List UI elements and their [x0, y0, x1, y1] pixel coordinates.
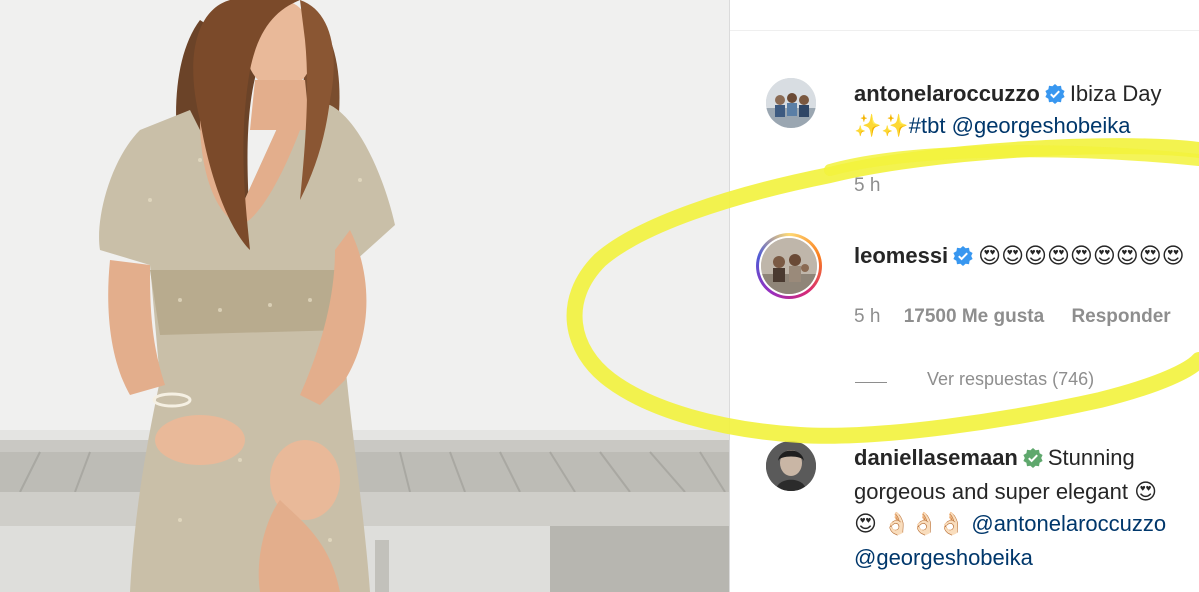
verified-badge-icon: [1045, 84, 1065, 104]
leomessi-comment-meta: 5 h 17500 Me gusta Responder: [854, 306, 1171, 328]
caption-mention[interactable]: @georgeshobeika: [952, 113, 1131, 138]
post-photo-illustration: [0, 0, 729, 592]
caption-timestamp[interactable]: 5 h: [854, 175, 880, 197]
leomessi-comment-time[interactable]: 5 h: [854, 306, 880, 327]
leomessi-likes-count[interactable]: 17500 Me gusta: [904, 306, 1044, 327]
mention-georgeshobeika[interactable]: @georgeshobeika: [854, 545, 1033, 570]
leomessi-username[interactable]: leomessi: [854, 243, 948, 268]
panel-top-border: [730, 30, 1199, 31]
daniellasemaan-comment-line-3: 😍 👌🏻👌🏻👌🏻 @antonelaroccuzzo: [854, 508, 1166, 540]
daniellasemaan-avatar-photo: [766, 441, 816, 491]
view-replies-line: [855, 382, 887, 383]
reply-button[interactable]: Responder: [1071, 306, 1170, 327]
leomessi-avatar-ring[interactable]: [756, 233, 822, 299]
verified-badge-icon: [953, 246, 973, 266]
caption-line-2: ✨✨#tbt @georgeshobeika: [854, 110, 1131, 142]
leomessi-avatar: [761, 238, 817, 294]
daniellasemaan-emojis: 😍 👌🏻👌🏻👌🏻: [854, 511, 966, 536]
caption-line-1: antonelaroccuzzo Ibiza Day: [854, 78, 1162, 110]
leomessi-avatar-photo: [761, 238, 817, 294]
daniellasemaan-comment-text-1: Stunning: [1047, 445, 1135, 470]
sparkles-emoji: ✨✨: [854, 113, 909, 138]
comments-panel: antonelaroccuzzo Ibiza Day ✨✨#tbt @george…: [730, 0, 1199, 592]
mention-antonelaroccuzzo[interactable]: @antonelaroccuzzo: [971, 511, 1166, 536]
caption-hashtag[interactable]: #tbt: [909, 113, 946, 138]
leomessi-comment: leomessi 😍😍😍😍😍😍😍😍😍: [854, 240, 1185, 272]
caption-avatar[interactable]: [766, 78, 816, 128]
daniellasemaan-username[interactable]: daniellasemaan: [854, 445, 1018, 470]
view-replies-button[interactable]: Ver respuestas (746): [927, 369, 1094, 390]
caption-username[interactable]: antonelaroccuzzo: [854, 81, 1040, 106]
daniellasemaan-avatar[interactable]: [766, 441, 816, 491]
daniellasemaan-comment-line-2: gorgeous and super elegant 😍: [854, 479, 1158, 504]
leomessi-comment-text: 😍😍😍😍😍😍😍😍😍: [978, 243, 1185, 268]
verified-badge-icon: [1023, 448, 1043, 468]
family-photo-thumbnail: [766, 78, 816, 128]
post-photo: [0, 0, 729, 592]
daniellasemaan-comment-line-4: @georgeshobeika: [854, 542, 1033, 574]
daniellasemaan-comment-line-1: daniellasemaan Stunning: [854, 442, 1135, 474]
caption-text: Ibiza Day: [1069, 81, 1162, 106]
